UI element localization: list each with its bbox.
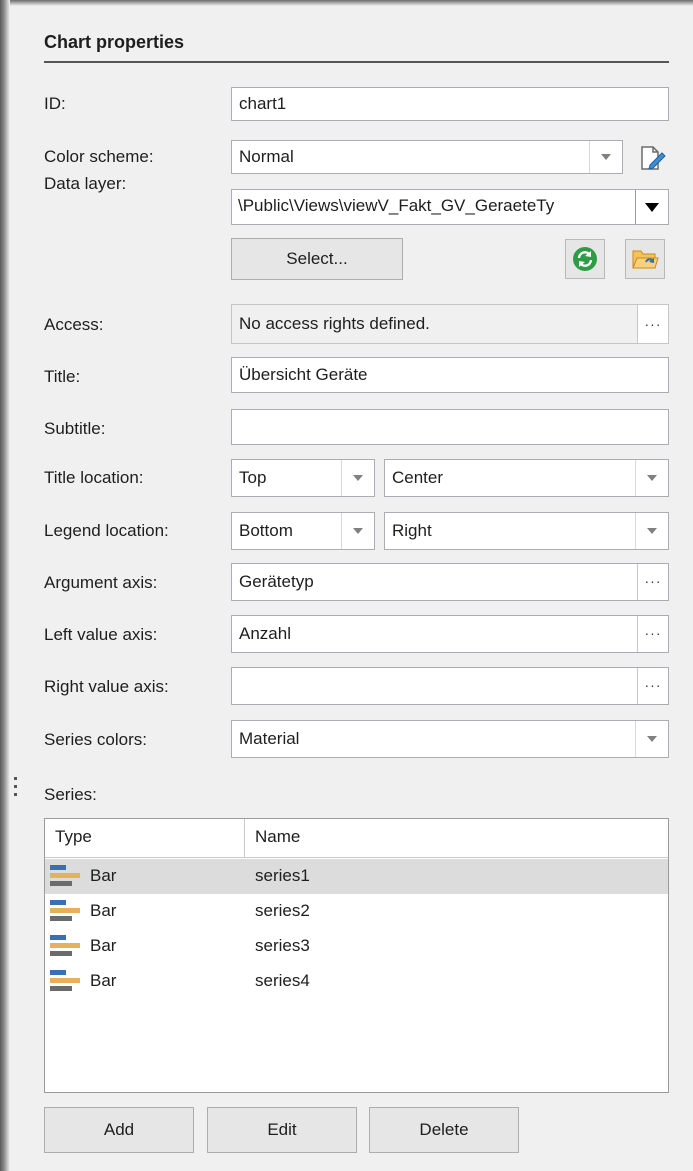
access-field[interactable]: No access rights defined. ··· (231, 304, 669, 344)
data-layer-value: \Public\Views\viewV_Fakt_GV_GeraeteTy (238, 196, 555, 215)
column-separator[interactable] (244, 819, 245, 857)
series-type-cell: Bar (90, 936, 117, 955)
subtitle-input[interactable] (231, 409, 669, 445)
right-value-axis-label: Right value axis: (44, 677, 169, 696)
series-grid-header: Type Name (45, 819, 668, 858)
series-colors-value: Material (239, 729, 300, 748)
access-more-button[interactable]: ··· (637, 305, 668, 343)
argument-axis-label: Argument axis: (44, 573, 158, 592)
add-button[interactable]: Add (44, 1107, 194, 1153)
series-type-cell: Bar (90, 971, 117, 990)
series-name-cell: series2 (255, 901, 310, 920)
edit-scheme-icon[interactable] (636, 143, 666, 173)
data-layer-select[interactable]: \Public\Views\viewV_Fakt_GV_GeraeteTy (231, 189, 669, 225)
argument-axis-more-button[interactable]: ··· (637, 564, 668, 600)
title-location-label: Title location: (44, 468, 144, 487)
series-type-cell: Bar (90, 901, 117, 920)
splitter-grip[interactable] (14, 777, 18, 807)
open-folder-icon[interactable] (625, 239, 665, 279)
legend-location-vertical-value: Bottom (239, 521, 293, 540)
series-row[interactable]: Bar series2 (45, 894, 668, 929)
title-location-vertical-value: Top (239, 468, 267, 487)
color-scheme-label: Color scheme: (44, 147, 154, 166)
series-name-cell: series3 (255, 936, 310, 955)
bar-chart-icon (50, 934, 82, 965)
argument-axis-value: Gerätetyp (239, 572, 314, 591)
left-value-axis-value: Anzahl (239, 624, 291, 643)
series-grid[interactable]: Type Name Bar series1 Bar series2 Bar series3… (44, 818, 669, 1093)
id-value: chart1 (239, 94, 287, 113)
series-type-cell: Bar (90, 866, 117, 885)
id-label: ID: (44, 94, 66, 113)
chevron-down-icon[interactable] (341, 460, 374, 496)
title-location-vertical-select[interactable]: Top (231, 459, 375, 497)
legend-location-label: Legend location: (44, 521, 169, 540)
title-location-horizontal-value: Center (392, 468, 444, 487)
refresh-icon[interactable] (565, 239, 605, 279)
argument-axis-field[interactable]: Gerätetyp ··· (231, 563, 669, 601)
series-colors-select[interactable]: Material (231, 720, 669, 758)
chevron-down-icon[interactable] (635, 513, 668, 549)
access-value: No access rights defined. (239, 314, 430, 333)
left-value-axis-more-button[interactable]: ··· (637, 616, 668, 652)
series-colors-label: Series colors: (44, 730, 147, 749)
data-layer-dropdown-icon[interactable] (635, 190, 668, 224)
id-input[interactable]: chart1 (231, 87, 669, 121)
chevron-down-icon[interactable] (635, 721, 668, 757)
series-row[interactable]: Bar series4 (45, 964, 668, 999)
title-input[interactable]: Übersicht Geräte (231, 357, 669, 393)
chevron-down-icon[interactable] (635, 460, 668, 496)
bar-chart-icon (50, 864, 82, 895)
bar-chart-icon (50, 969, 82, 1000)
series-name-cell: series4 (255, 971, 310, 990)
series-row[interactable]: Bar series3 (45, 929, 668, 964)
series-row[interactable]: Bar series1 (45, 859, 668, 894)
select-button[interactable]: Select... (231, 238, 403, 280)
title-label: Title: (44, 367, 81, 386)
bar-chart-icon (50, 899, 82, 930)
series-label: Series: (44, 785, 97, 804)
title-location-horizontal-select[interactable]: Center (384, 459, 669, 497)
subtitle-label: Subtitle: (44, 419, 106, 438)
title-value: Übersicht Geräte (239, 365, 368, 384)
window-shadow-left (0, 0, 10, 1171)
legend-location-horizontal-value: Right (392, 521, 432, 540)
data-layer-label: Data layer: (44, 174, 127, 193)
delete-button[interactable]: Delete (369, 1107, 519, 1153)
left-value-axis-label: Left value axis: (44, 625, 158, 644)
color-scheme-value: Normal (239, 147, 294, 166)
access-label: Access: (44, 315, 104, 334)
chevron-down-icon[interactable] (589, 141, 622, 173)
column-header-name[interactable]: Name (255, 827, 300, 847)
panel-header: Chart properties (44, 32, 185, 52)
edit-button[interactable]: Edit (207, 1107, 357, 1153)
right-value-axis-more-button[interactable]: ··· (637, 668, 668, 704)
color-scheme-select[interactable]: Normal (231, 140, 623, 174)
chevron-down-icon[interactable] (341, 513, 374, 549)
legend-location-horizontal-select[interactable]: Right (384, 512, 669, 550)
header-divider (44, 61, 669, 63)
right-value-axis-field[interactable]: ··· (231, 667, 669, 705)
series-name-cell: series1 (255, 866, 310, 885)
column-header-type[interactable]: Type (55, 827, 92, 847)
left-value-axis-field[interactable]: Anzahl ··· (231, 615, 669, 653)
legend-location-vertical-select[interactable]: Bottom (231, 512, 375, 550)
